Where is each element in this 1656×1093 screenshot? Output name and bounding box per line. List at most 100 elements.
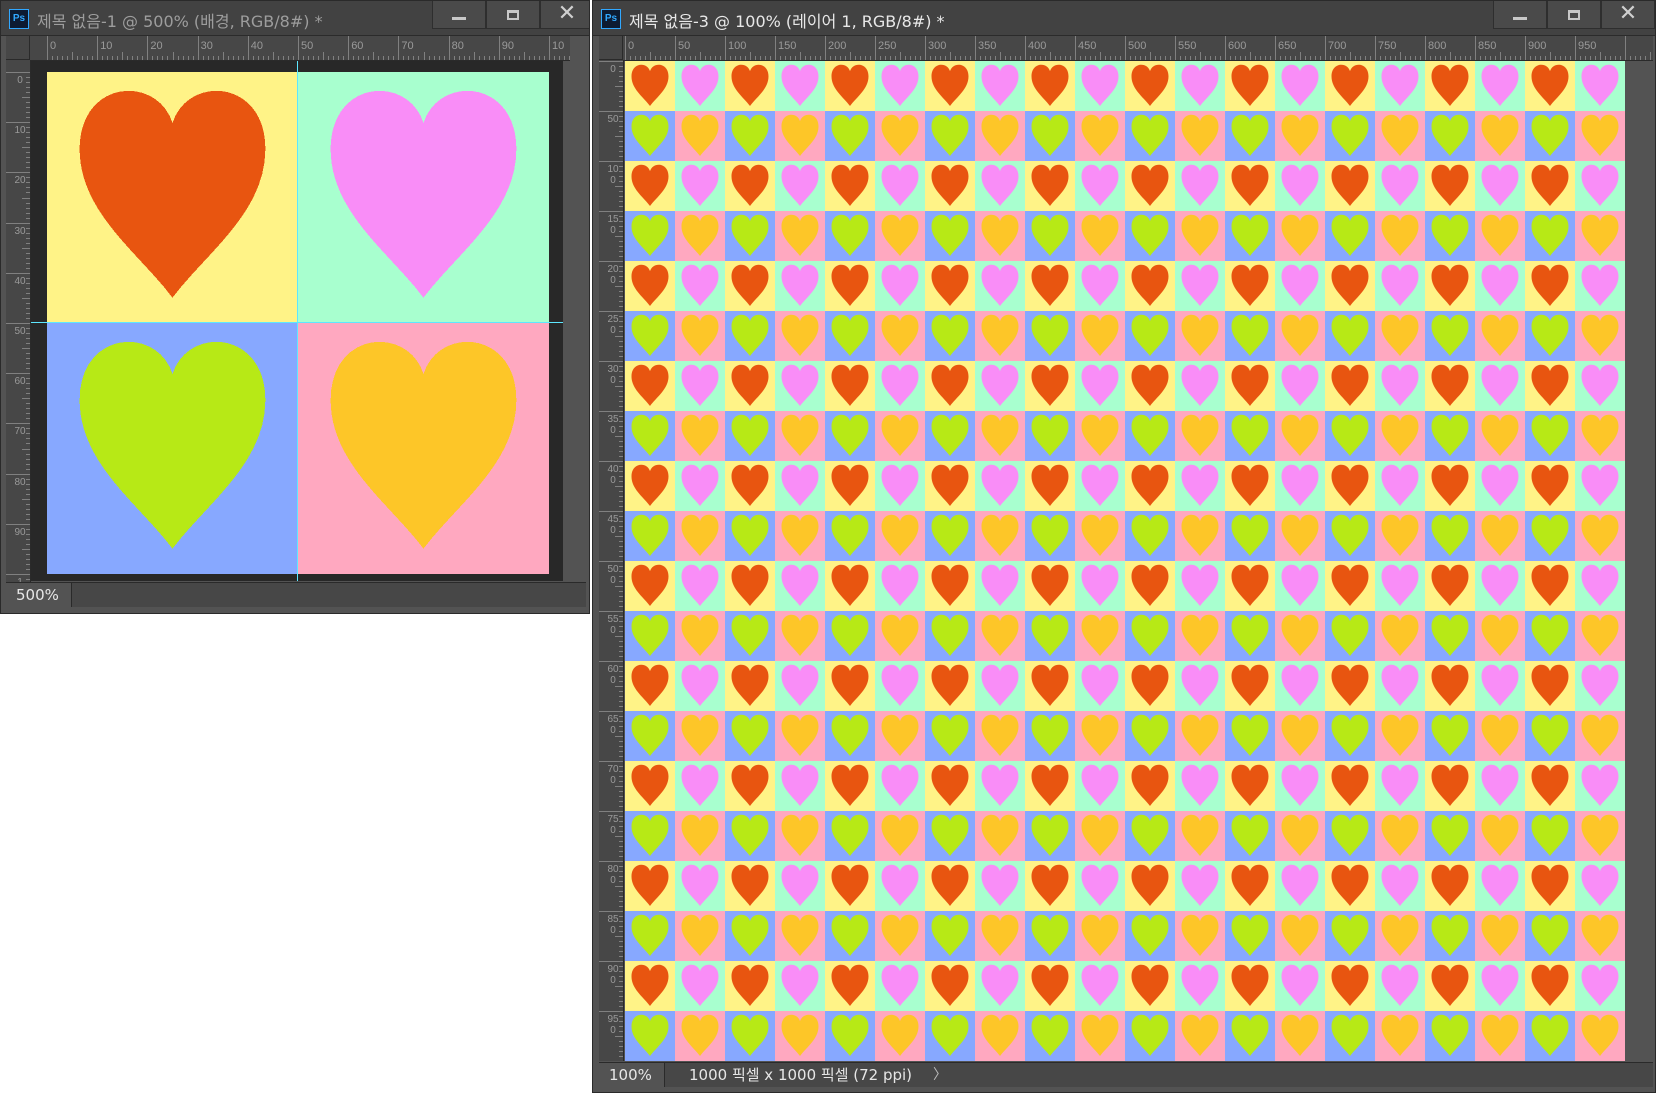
ruler-tick bbox=[353, 56, 355, 60]
ruler-tick bbox=[619, 941, 623, 942]
pattern-tile bbox=[625, 61, 676, 112]
window-2-ruler-origin[interactable] bbox=[599, 36, 623, 60]
pattern-tile bbox=[775, 761, 826, 812]
pattern-tile bbox=[1525, 211, 1576, 262]
pattern-tile bbox=[625, 861, 676, 912]
ruler-label: 50 bbox=[678, 40, 691, 52]
ruler-label: 350 bbox=[607, 414, 619, 436]
ruler-label: 70 bbox=[14, 426, 26, 438]
window-1-vertical-ruler[interactable]: 01020304050607080901 bbox=[6, 60, 31, 582]
ruler-tick bbox=[549, 36, 550, 60]
pattern-tile bbox=[1525, 861, 1576, 912]
ruler-tick bbox=[1225, 36, 1226, 60]
window-1-minimize-button[interactable] bbox=[432, 1, 486, 29]
ruler-tick bbox=[26, 378, 30, 380]
window-1-maximize-button[interactable] bbox=[486, 1, 540, 29]
pattern-tile bbox=[825, 1011, 876, 1061]
ruler-tick bbox=[308, 56, 310, 60]
pattern-tile bbox=[1225, 861, 1276, 912]
ruler-tick bbox=[1485, 56, 1486, 60]
ruler-tick bbox=[22, 398, 30, 400]
ruler-tick bbox=[328, 56, 330, 60]
ruler-tick bbox=[615, 836, 623, 837]
pattern-tile bbox=[675, 511, 726, 562]
pattern-tile bbox=[925, 411, 976, 462]
window-2-minimize-button[interactable] bbox=[1493, 1, 1547, 29]
ruler-tick bbox=[1060, 56, 1061, 60]
ruler-tick bbox=[635, 56, 636, 60]
status-menu-arrow-icon[interactable]: 〉 bbox=[933, 1063, 947, 1087]
pattern-tile bbox=[1425, 1011, 1476, 1061]
ruler-tick bbox=[619, 946, 623, 947]
window-1-zoom-field[interactable]: 500% bbox=[6, 583, 72, 607]
ruler-label: 0 bbox=[628, 40, 635, 52]
pattern-tile bbox=[725, 561, 776, 612]
pattern-tile bbox=[875, 761, 926, 812]
document-info[interactable]: 1000 픽셀 x 1000 픽셀 (72 ppi) bbox=[689, 1063, 912, 1087]
ruler-tick bbox=[619, 1051, 623, 1052]
window-1-pasteboard[interactable] bbox=[31, 61, 563, 581]
window-2-vertical-ruler[interactable]: 0 50 100 150 200 250 300 350 400 450 500 550 600 650 7… bbox=[599, 60, 624, 1061]
document-window-2[interactable]: Ps 제목 없음-3 @ 100% (레이어 1, RGB/8#) * ✕ 0 5… bbox=[592, 0, 1656, 1093]
window-2-canvas[interactable] bbox=[625, 61, 1625, 1061]
ruler-tick bbox=[619, 866, 623, 867]
ruler-tick bbox=[192, 56, 194, 60]
pattern-tile bbox=[1075, 611, 1126, 662]
ruler-tick bbox=[995, 56, 996, 60]
source-tile bbox=[47, 72, 299, 324]
ruler-tick bbox=[1625, 36, 1626, 60]
pattern-tile bbox=[775, 1011, 826, 1061]
ruler-tick bbox=[619, 741, 623, 742]
ruler-tick bbox=[619, 606, 623, 607]
ruler-tick bbox=[1635, 56, 1636, 60]
ruler-label: 90 bbox=[14, 526, 26, 538]
ruler-label: 300 bbox=[607, 364, 619, 386]
ruler-tick bbox=[398, 36, 400, 60]
pattern-tile bbox=[675, 211, 726, 262]
pattern-tile bbox=[875, 611, 926, 662]
ruler-tick bbox=[127, 56, 129, 60]
window-1-canvas[interactable] bbox=[47, 72, 549, 574]
ruler-tick bbox=[554, 56, 556, 60]
ruler-tick bbox=[619, 356, 623, 357]
window-1-horizontal-ruler[interactable]: 0 10 20 30 40 50 60 70 80 90 10 bbox=[30, 36, 570, 61]
ruler-tick bbox=[619, 176, 623, 177]
source-tile bbox=[298, 72, 549, 324]
maximize-icon bbox=[507, 10, 519, 20]
ruler-tick bbox=[619, 241, 623, 242]
pattern-tile bbox=[1125, 461, 1176, 512]
window-1-title-bar[interactable]: Ps 제목 없음-1 @ 500% (배경, RGB/8#) * ✕ bbox=[1, 1, 589, 36]
ruler-tick bbox=[1340, 56, 1341, 60]
window-2-horizontal-ruler[interactable]: 0 50 100 150 200 250 300 350 400 450 500 550 600 650 7… bbox=[623, 36, 1653, 61]
ruler-label: 800 bbox=[607, 864, 619, 886]
ruler-tick bbox=[1025, 36, 1026, 60]
pattern-tile bbox=[1275, 511, 1326, 562]
ruler-tick bbox=[1295, 56, 1296, 60]
ruler-tick bbox=[615, 536, 623, 537]
ruler-tick bbox=[1475, 36, 1476, 60]
ruler-label: 500 bbox=[1128, 40, 1147, 52]
pattern-tile bbox=[625, 1011, 676, 1061]
ruler-tick bbox=[1530, 56, 1531, 60]
pattern-tile bbox=[1575, 911, 1625, 962]
window-1-ruler-origin[interactable] bbox=[6, 36, 30, 60]
ruler-tick bbox=[6, 523, 30, 525]
ruler-tick bbox=[1430, 56, 1431, 60]
document-window-1[interactable]: Ps 제목 없음-1 @ 500% (배경, RGB/8#) * ✕ 0 10 20… bbox=[0, 0, 590, 614]
window-2-close-button[interactable]: ✕ bbox=[1601, 1, 1655, 29]
pattern-tile bbox=[825, 211, 876, 262]
window-1-close-button[interactable]: ✕ bbox=[540, 1, 589, 29]
ruler-tick bbox=[498, 36, 500, 60]
ruler-tick bbox=[1090, 56, 1091, 60]
pattern-tile bbox=[1475, 261, 1526, 312]
ruler-tick bbox=[1045, 56, 1046, 60]
window-2-zoom-field[interactable]: 100% bbox=[599, 1063, 665, 1087]
ruler-tick bbox=[619, 876, 623, 877]
window-2-maximize-button[interactable] bbox=[1547, 1, 1601, 29]
window-2-title-bar[interactable]: Ps 제목 없음-3 @ 100% (레이어 1, RGB/8#) * ✕ bbox=[593, 1, 1655, 36]
ruler-tick bbox=[26, 503, 30, 505]
pattern-tile bbox=[1375, 311, 1426, 362]
ruler-tick bbox=[1305, 56, 1306, 60]
ruler-label: 200 bbox=[828, 40, 847, 52]
pattern-tile bbox=[1375, 611, 1426, 662]
